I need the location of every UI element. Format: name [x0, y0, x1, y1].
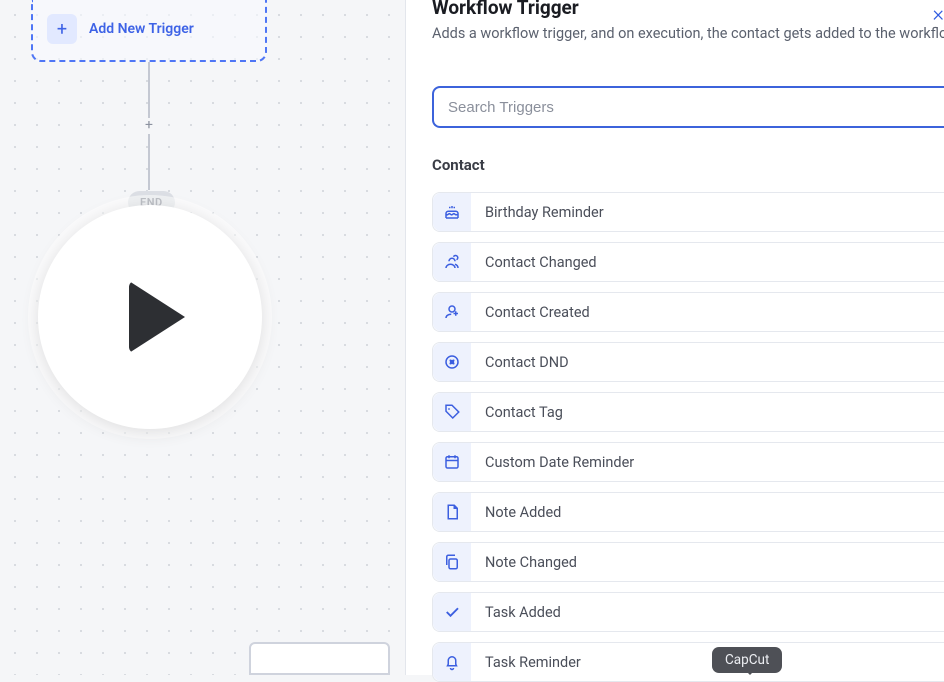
trigger-item[interactable]: Task Added [432, 592, 944, 632]
search-input[interactable] [432, 86, 944, 128]
section-label: Contact [432, 156, 944, 174]
add-trigger-label: Add New Trigger [89, 14, 194, 44]
trigger-item[interactable]: Contact Created [432, 292, 944, 332]
trigger-label: Contact Tag [471, 404, 563, 421]
trigger-item[interactable]: Task Reminder [432, 642, 944, 682]
trigger-label: Contact DND [471, 354, 569, 371]
trigger-label: Note Added [471, 504, 561, 521]
calendar-icon [433, 443, 471, 481]
check-icon [433, 593, 471, 631]
trigger-label: Custom Date Reminder [471, 454, 634, 471]
trigger-item[interactable]: Contact Changed [432, 242, 944, 282]
trigger-item[interactable]: Note Changed [432, 542, 944, 582]
trigger-item[interactable]: Contact Tag [432, 392, 944, 432]
dnd-icon [433, 343, 471, 381]
plus-icon: + [47, 14, 77, 44]
trigger-label: Contact Created [471, 304, 590, 321]
connector-add-icon[interactable]: + [141, 118, 157, 134]
copy-icon [433, 543, 471, 581]
trigger-label: Note Changed [471, 554, 577, 571]
workflow-canvas[interactable]: + Add New Trigger + END [0, 0, 415, 675]
users-icon [433, 243, 471, 281]
trigger-item[interactable]: Contact DND [432, 342, 944, 382]
add-trigger-card[interactable]: + Add New Trigger [31, 0, 267, 62]
cake-icon [433, 193, 471, 231]
trigger-panel: × Workflow Trigger Adds a workflow trigg… [405, 0, 944, 675]
trigger-item[interactable]: Note Added [432, 492, 944, 532]
trigger-label: Task Added [471, 604, 561, 621]
trigger-item[interactable]: Custom Date Reminder [432, 442, 944, 482]
bell-icon [433, 643, 471, 681]
file-icon [433, 493, 471, 531]
trigger-label: Contact Changed [471, 254, 597, 271]
panel-title: Workflow Trigger [432, 0, 944, 19]
minimap-card[interactable] [249, 642, 390, 675]
trigger-list: Birthday Reminder Contact Changed Contact … [432, 192, 944, 682]
play-icon [129, 281, 185, 353]
tag-icon [433, 393, 471, 431]
search-wrap [432, 86, 944, 128]
play-button[interactable] [38, 205, 262, 429]
panel-description: Adds a workflow trigger, and on executio… [432, 25, 944, 42]
trigger-label: Birthday Reminder [471, 204, 604, 221]
user-plus-icon [433, 293, 471, 331]
trigger-item[interactable]: Birthday Reminder [432, 192, 944, 232]
trigger-label: Task Reminder [471, 654, 581, 671]
capcut-tooltip-arrow [744, 669, 756, 675]
